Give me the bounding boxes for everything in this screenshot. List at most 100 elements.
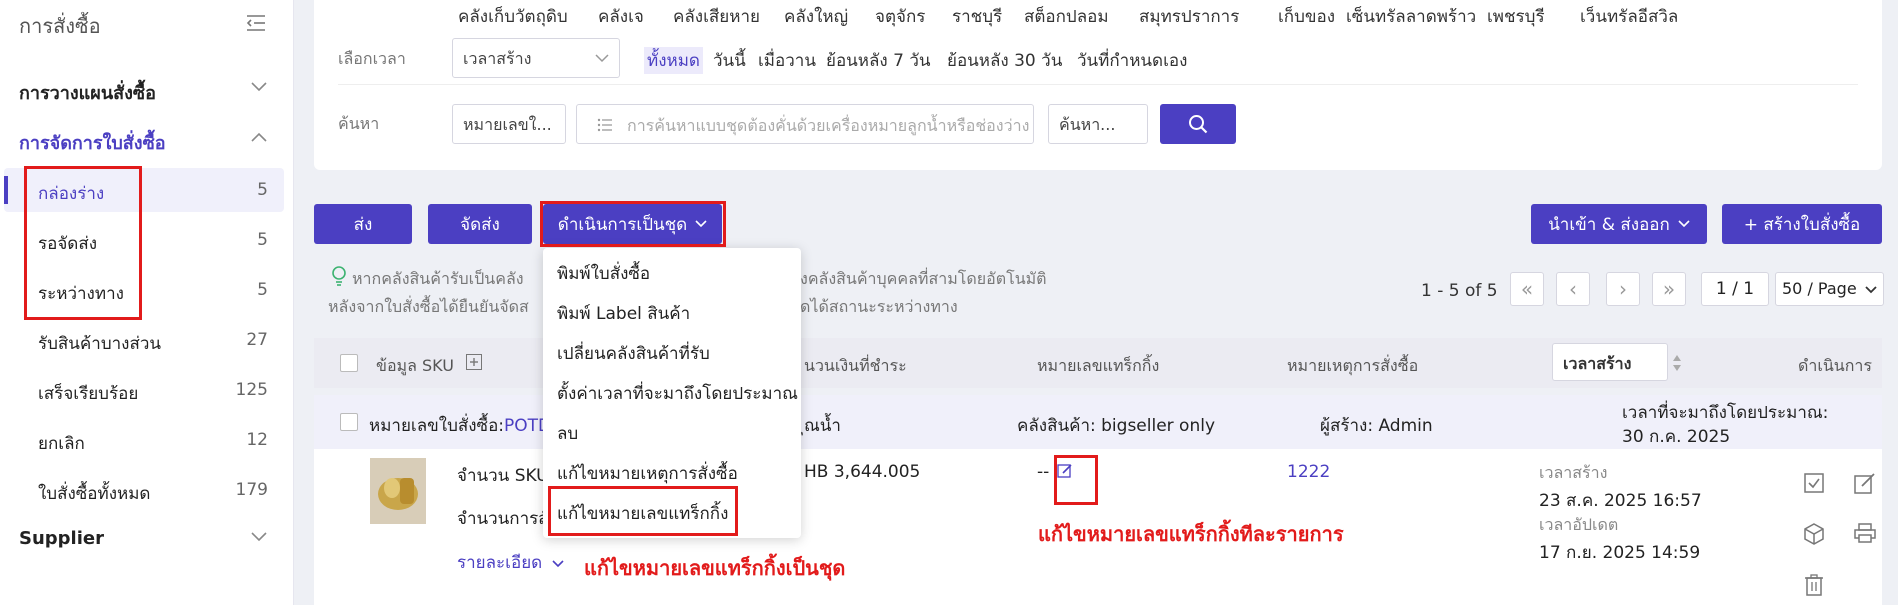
check-square-icon[interactable] <box>1804 473 1824 493</box>
menu-item-set-eta[interactable]: ตั้งค่าเวลาที่จะมาถึงโดยประมาณ <box>557 380 798 407</box>
last-page-button[interactable]: » <box>1652 272 1686 306</box>
send-button-label: ส่ง <box>353 214 373 235</box>
sidebar-group-supplier[interactable]: Supplier <box>19 528 279 549</box>
sort-field-select[interactable]: เวลาสร้าง <box>1552 343 1668 381</box>
search-field-value: หมายเลขใ... <box>463 115 552 134</box>
chevron-down-icon <box>251 532 267 542</box>
sidebar-title: การสั่งซื้อ <box>19 14 101 38</box>
search-placeholder: การค้นหาแบบชุดต้องคั่นด้วยเครื่องหมายลูก… <box>627 116 1030 135</box>
sidebar-item-count: 5 <box>257 280 268 300</box>
search-button[interactable] <box>1160 104 1236 144</box>
chevron-down-icon <box>1865 286 1877 294</box>
time-option-yesterday[interactable]: เมื่อวาน <box>758 47 816 74</box>
updated-value: 17 ก.ย. 2025 14:59 <box>1539 543 1701 563</box>
sidebar-item-count: 125 <box>235 380 268 400</box>
annotation-box-edit-icon <box>1054 455 1098 505</box>
tracking-value: -- <box>1037 462 1050 482</box>
time-option-all[interactable]: ทั้งหมด <box>644 47 703 74</box>
warehouse-filter-option[interactable]: คลังเจ <box>598 3 644 30</box>
create-order-button[interactable]: + สร้างใบสั่งซื้อ <box>1722 204 1882 244</box>
created-label: เวลาสร้าง <box>1539 463 1608 482</box>
sort-icon[interactable] <box>1672 354 1682 372</box>
page-size-select[interactable]: 50 / Page <box>1775 272 1884 306</box>
header-tracking: หมายเลขแทร็กกิ้ง <box>1037 356 1160 375</box>
warehouse-filter-option[interactable]: เพชรบุรี <box>1487 3 1545 30</box>
remark-link[interactable]: 1222 <box>1287 462 1330 482</box>
sidebar-item-all-orders[interactable]: ใบสั่งซื้อทั้งหมด 179 <box>4 468 284 512</box>
info-note-line2b: ดได้สถานะระหว่างทาง <box>800 297 958 316</box>
first-page-button[interactable]: « <box>1510 272 1544 306</box>
product-thumbnail[interactable] <box>370 458 426 524</box>
menu-item-edit-remark[interactable]: แก้ไขหมายเหตุการสั่งซื้อ <box>557 460 738 487</box>
pagination-range: 1 - 5 of 5 <box>1421 281 1498 301</box>
search-input[interactable]: การค้นหาแบบชุดต้องคั่นด้วยเครื่องหมายลูก… <box>576 104 1034 144</box>
search-mode-value: ค้นหา... <box>1059 115 1116 134</box>
detail-amount: HB 3,644.005 <box>804 462 921 482</box>
menu-item-print-order[interactable]: พิมพ์ใบสั่งซื้อ <box>557 260 650 287</box>
package-icon[interactable] <box>1804 523 1824 545</box>
edit-icon[interactable] <box>1854 473 1876 495</box>
warehouse-filter-option[interactable]: เก็บของ <box>1278 3 1335 30</box>
annotation-box-menu-item <box>548 486 738 536</box>
filter-panel: คลังเก็บวัตถุดิบ คลังเจ คลังเสียหาย คลัง… <box>314 0 1882 170</box>
row-checkbox[interactable] <box>340 413 358 431</box>
time-field-value: เวลาสร้าง <box>463 49 532 68</box>
warehouse-filter-option[interactable]: เซ็นทรัลลาดพร้าว <box>1346 3 1476 30</box>
search-field-select[interactable]: หมายเลขใ... <box>452 104 566 144</box>
divider <box>338 84 1858 85</box>
sidebar-group-order-management[interactable]: การจัดการใบสั่งซื้อ <box>19 128 279 157</box>
sidebar-item-partially-received[interactable]: รับสินค้าบางส่วน 27 <box>4 318 284 362</box>
sidebar-item-cancelled[interactable]: ยกเลิก 12 <box>4 418 284 462</box>
ship-button[interactable]: จัดส่ง <box>428 204 532 244</box>
search-mode-select[interactable]: ค้นหา... <box>1048 104 1148 144</box>
warehouse-filter-option[interactable]: คลังใหญ่ <box>784 3 848 30</box>
trash-icon[interactable] <box>1804 574 1824 596</box>
time-field-select[interactable]: เวลาสร้าง <box>452 38 620 78</box>
import-export-button[interactable]: นำเข้า & ส่งออก <box>1531 204 1707 244</box>
warehouse-filter-option[interactable]: ราชบุรี <box>952 3 1002 30</box>
collapse-menu-icon[interactable] <box>246 14 266 32</box>
expand-plus-icon[interactable] <box>466 354 482 370</box>
menu-item-delete[interactable]: ลบ <box>557 420 578 447</box>
ship-button-label: จัดส่ง <box>460 214 500 235</box>
warehouse-filter-option[interactable]: จตุจักร <box>875 3 925 30</box>
next-page-button[interactable]: › <box>1606 272 1640 306</box>
warehouse-filter-option[interactable]: สมุทรปราการ <box>1139 3 1239 30</box>
sidebar-item-label: ยกเลิก <box>38 434 85 454</box>
print-icon[interactable] <box>1854 523 1876 543</box>
menu-item-print-label[interactable]: พิมพ์ Label สินค้า <box>557 300 690 327</box>
annotation-per-item: แก้ไขหมายเลขแทร็กกิ้งทีละรายการ <box>1038 522 1344 546</box>
sidebar-item-label: รับสินค้าบางส่วน <box>38 334 162 354</box>
time-option-7-days[interactable]: ย้อนหลัง 7 วัน <box>826 47 931 74</box>
chevron-down-icon <box>595 54 609 63</box>
details-link-label: รายละเอียด <box>457 553 543 573</box>
prev-page-button[interactable]: ‹ <box>1556 272 1590 306</box>
sidebar-group-label: การวางแผนสั่งซื้อ <box>19 83 156 104</box>
time-option-30-days[interactable]: ย้อนหลัง 30 วัน <box>947 47 1062 74</box>
send-button[interactable]: ส่ง <box>314 204 412 244</box>
header-remark: หมายเหตุการสั่งซื้อ <box>1287 356 1419 375</box>
chevron-down-icon <box>251 82 267 92</box>
sidebar-item-completed[interactable]: เสร็จเรียบร้อย 125 <box>4 368 284 412</box>
order-eta-label: เวลาที่จะมาถึงโดยประมาณ: <box>1622 403 1829 423</box>
menu-item-change-warehouse[interactable]: เปลี่ยนคลังสินค้าที่รับ <box>557 340 710 367</box>
select-all-checkbox[interactable] <box>340 354 358 372</box>
sort-field-value: เวลาสร้าง <box>1563 354 1632 373</box>
warehouse-filter-option[interactable]: คลังเสียหาย <box>673 3 760 30</box>
double-chevron-right-icon: » <box>1662 277 1676 301</box>
page-indicator[interactable]: 1 / 1 <box>1701 272 1769 306</box>
warehouse-filter-option[interactable]: เว็นทรัลอีสวิล <box>1580 3 1678 30</box>
info-note-line1b: งคลังสินค้าบุคคลที่สามโดยอัตโนมัติ <box>800 269 1047 288</box>
details-link[interactable]: รายละเอียด <box>457 549 564 576</box>
order-warehouse: คลังสินค้า: bigseller only <box>1017 416 1216 436</box>
time-option-today[interactable]: วันนี้ <box>713 47 746 74</box>
warehouse-filter-option[interactable]: คลังเก็บวัตถุดิบ <box>458 3 568 30</box>
chevron-right-icon: › <box>1619 277 1627 301</box>
sidebar-item-label: เสร็จเรียบร้อย <box>38 384 139 404</box>
time-option-custom[interactable]: วันที่กำหนดเอง <box>1077 47 1187 74</box>
warehouse-filter-option[interactable]: สต็อกปลอม <box>1024 3 1109 30</box>
chevron-down-icon <box>1678 220 1690 228</box>
sidebar-item-count: 179 <box>235 480 268 500</box>
info-note-line1a: หากคลังสินค้ารับเป็นคลัง <box>352 269 524 288</box>
sidebar-group-planning[interactable]: การวางแผนสั่งซื้อ <box>19 78 279 107</box>
